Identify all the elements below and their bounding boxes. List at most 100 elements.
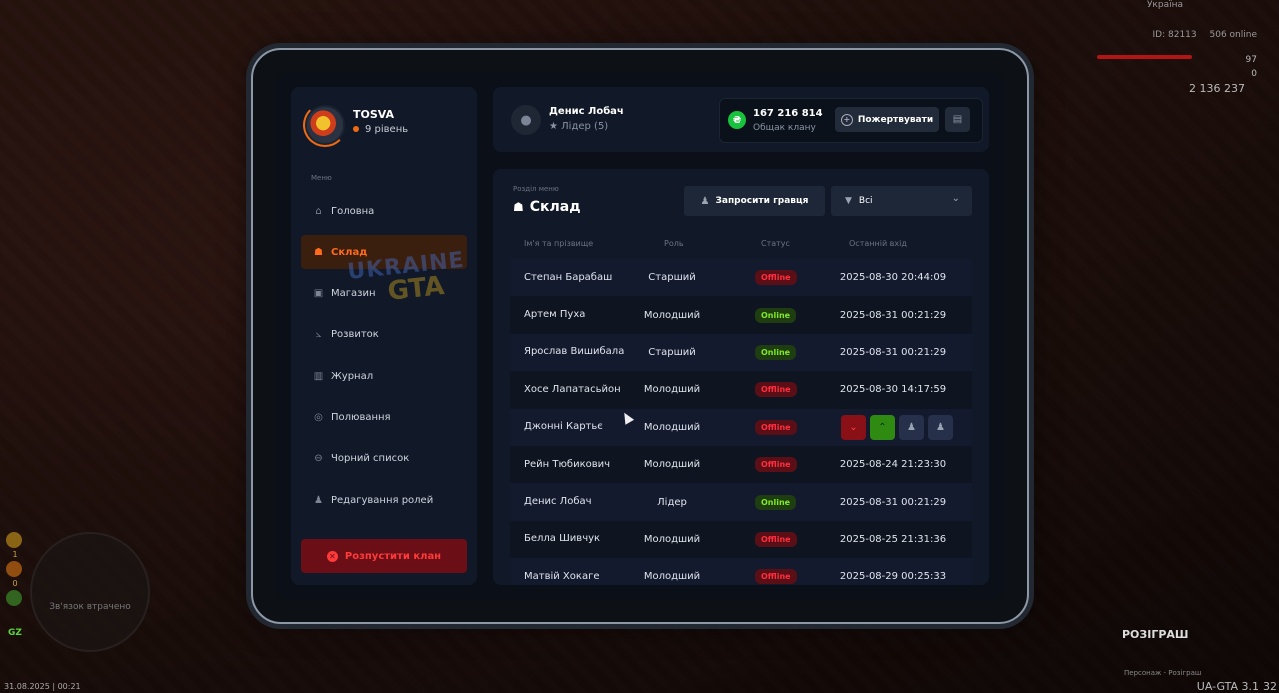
member-name: Денис Лобач (524, 496, 592, 508)
demote-icon: ⌄ (849, 421, 858, 433)
member-role: Молодший (643, 421, 701, 433)
sidebar-item-1[interactable]: ⌂ Головна (301, 194, 467, 228)
add-user-icon: ♟ (700, 195, 710, 207)
table-row[interactable]: Степан Барабаш Старший Offline 2025-08-30 2… (510, 259, 972, 297)
donate-label: Пожертвувати (857, 114, 934, 125)
status-badge: Online (755, 344, 797, 360)
fund-amount: 167 216 814 (753, 108, 823, 119)
book-icon: ▥ (313, 370, 324, 382)
status-badge: Online (755, 307, 797, 323)
tablet-frame: TOSVA 9 рівень Меню ⌂ Головна ☗ Склад ▣ Магаз… (251, 48, 1029, 624)
promote-button[interactable]: ⌃ (870, 414, 895, 440)
sidebar-item-6[interactable]: ◎ Полювання (301, 400, 467, 434)
sidebar-item-8[interactable]: ♟ Редагування ролей (301, 483, 467, 517)
sidebar-item-3[interactable]: ▣ Магазин (301, 277, 467, 311)
member-name: Рейн Тюбикович (524, 458, 611, 470)
member-role: Молодший (643, 571, 701, 583)
close-icon: ✕ (326, 550, 338, 562)
member-role: Старший (648, 272, 696, 284)
kick-member-button[interactable]: ♟ (899, 414, 924, 440)
table-row[interactable]: Артем Пуха Молодший Online 2025-08-31 00:21… (510, 296, 972, 334)
user-avatar-icon: ● (511, 105, 541, 135)
invite-player-button[interactable]: ♟ Запросити гравця (684, 186, 825, 216)
fund-history-button[interactable]: ▤ (945, 107, 970, 132)
chevron-down-icon: ⌄ (951, 193, 960, 204)
armor-value: 0 (1251, 69, 1257, 79)
member-role: Лідер (657, 496, 687, 508)
sidebar-item-label: Розвиток (331, 329, 379, 341)
sidebar-item-5[interactable]: ▥ Журнал (301, 359, 467, 393)
hud-player-id: ID: 82113 (1152, 30, 1197, 40)
table-row[interactable]: Матвій Хокаге Молодший Offline 2025-08-29 0… (510, 558, 972, 585)
invite-label: Запросити гравця (715, 196, 809, 206)
dissolve-clan-button[interactable]: ✕ Розпустити клан (301, 539, 467, 573)
target-icon: ◎ (314, 411, 323, 423)
section-title-text: Склад (529, 199, 581, 215)
clan-level: 9 рівень (353, 124, 408, 135)
column-name: Ім'я та прізвище (524, 239, 594, 248)
member-name: Белла Шивчук (524, 533, 601, 545)
member-status: Online (755, 483, 797, 520)
giveaway-widget[interactable]: РОЗІГРАШ Персонаж - Розіграш (1112, 628, 1252, 683)
section-caption: Розділ меню (513, 185, 559, 193)
member-status: Online (755, 334, 797, 371)
sidebar-item-7[interactable]: ⊖ Чорний список (301, 442, 467, 476)
member-name: Хосе Лапатасьйон (524, 383, 621, 395)
sidebar-item-label: Склад (331, 246, 368, 258)
table-row[interactable]: Хосе Лапатасьйон Молодший Offline 2025-08-3… (510, 371, 972, 409)
filter-value: Всі (858, 196, 873, 206)
sidebar-item-label: Редагування ролей (331, 494, 434, 506)
table-row[interactable]: Денис Лобач Лідер Online 2025-08-31 00:21:2… (510, 483, 972, 521)
member-role: Молодший (643, 384, 701, 396)
column-status: Статус (761, 239, 790, 248)
donate-button[interactable]: + Пожертвувати (835, 107, 939, 132)
sidebar-item-label: Магазин (331, 288, 376, 300)
clan-level-text: 9 рівень (365, 124, 409, 135)
hud-server-stats: ID: 82113 506 online (1143, 30, 1257, 40)
sidebar-item-label: Полювання (331, 411, 391, 423)
giveaway-subtitle: Персонаж - Розіграш (1124, 669, 1202, 677)
giveaway-title: РОЗІГРАШ (1122, 628, 1189, 641)
sidebar-item-2[interactable]: ☗ Склад (301, 235, 467, 270)
role-filter-select[interactable]: ▼ Всі ⌄ (831, 186, 972, 216)
table-row[interactable]: Белла Шивчук Молодший Offline 2025-08-25 21… (510, 520, 972, 559)
column-role: Роль (664, 239, 684, 248)
member-name: Степан Барабаш (524, 271, 613, 283)
block-icon: ⊖ (314, 453, 323, 465)
member-last-login: 2025-08-25 21:31:36 (839, 533, 947, 545)
plus-icon: + (840, 113, 853, 126)
table-row[interactable]: Рейн Тюбикович Молодший Offline 2025-08-24 … (510, 445, 972, 484)
table-row[interactable]: Джонні Картьє Молодший Offline ⌄ ⌃ ♟ ♟ (510, 408, 972, 446)
member-role: Молодший (643, 309, 701, 321)
hud-money: 2 136 237 (1189, 82, 1245, 95)
voice-indicator (6, 590, 22, 606)
hud-country: Україна (1146, 0, 1183, 10)
member-name: Артем Пуха (524, 309, 586, 321)
sidebar: TOSVA 9 рівень Меню ⌂ Головна ☗ Склад ▣ Магаз… (291, 87, 477, 585)
status-badge: Offline (755, 531, 797, 547)
member-last-login: 2025-08-30 14:17:59 (839, 384, 947, 396)
level-dot-icon (353, 126, 359, 132)
table-row[interactable]: Ярослав Вишибала Старший Online 2025-08-31 … (510, 333, 972, 372)
filter-icon: ▼ (845, 196, 852, 206)
member-profile-button[interactable]: ♟ (928, 414, 953, 440)
sidebar-item-4[interactable]: ⦣ Розвиток (301, 318, 467, 352)
member-table: Степан Барабаш Старший Offline 2025-08-30 2… (510, 259, 972, 585)
member-last-login: 2025-08-31 00:21:29 (839, 496, 947, 508)
hud-date: 31.08.2025 | 00:21 (4, 682, 81, 691)
member-name: Ярослав Вишибала (524, 346, 625, 358)
hud-indicators: 1 0 (6, 532, 24, 612)
sidebar-item-label: Журнал (331, 370, 374, 382)
sidebar-menu: ⌂ Головна ☗ Склад ▣ Магазин ⦣ Розвиток ▥ Журнал ◎ П… (301, 194, 467, 524)
promote-icon: ⌃ (878, 421, 887, 433)
clan-fund: ₴ 167 216 814 Общак клану + Пожертвувати … (719, 98, 983, 143)
archive-icon: ▤ (952, 114, 963, 125)
status-badge: Online (755, 494, 797, 510)
column-last-login: Останній вхід (849, 239, 907, 248)
people-icon: ☗ (513, 200, 524, 214)
member-role: Молодший (643, 533, 701, 545)
demote-button[interactable]: ⌄ (841, 414, 866, 440)
member-status: Offline (755, 259, 797, 296)
sidebar-item-label: Чорний список (331, 453, 410, 465)
hud-online-count: 506 online (1209, 30, 1258, 40)
